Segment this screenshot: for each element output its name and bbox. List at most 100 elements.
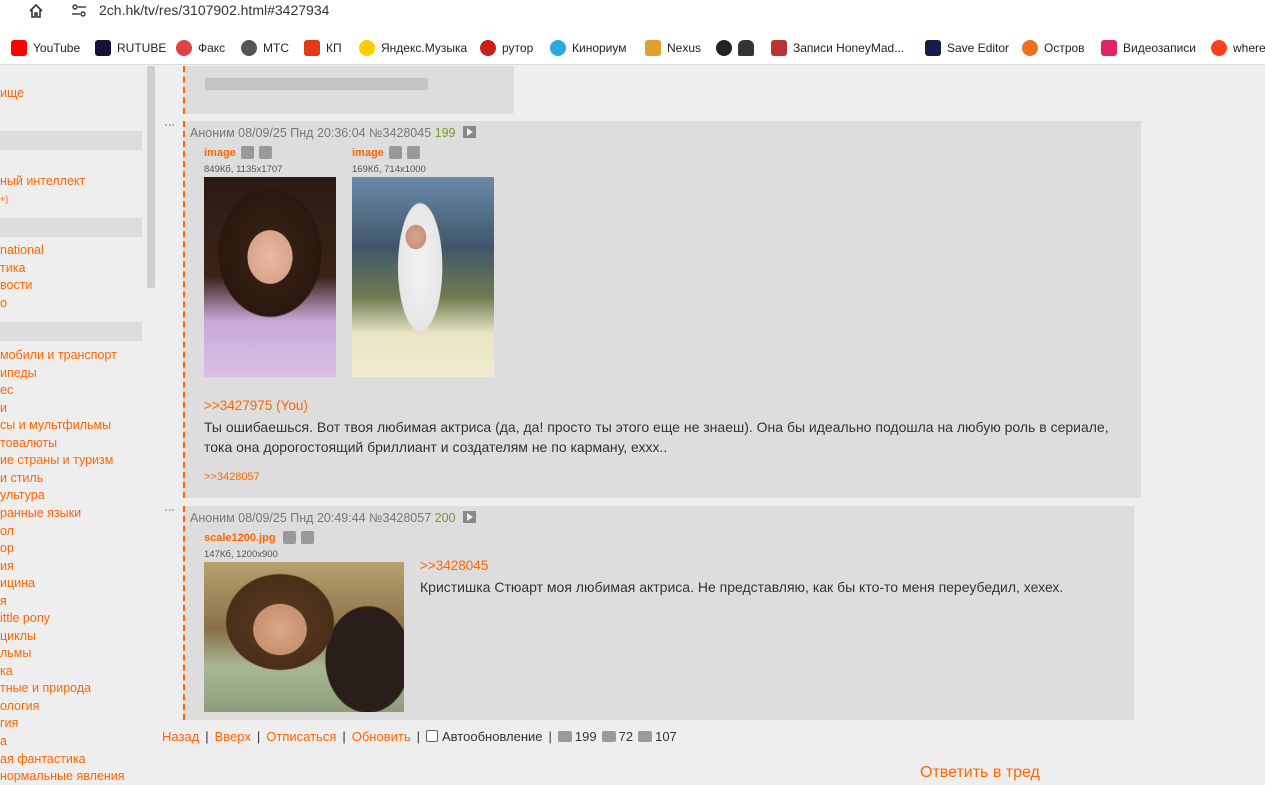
reply-link[interactable]: >>3427975 (You)	[204, 398, 308, 413]
file-name[interactable]: image	[352, 147, 384, 159]
backlink[interactable]: >>3428057	[204, 471, 260, 483]
post-header: Аноним 08/09/25 Пнд 20:36:04 №3428045 19…	[190, 126, 476, 140]
site-settings-icon[interactable]	[70, 3, 88, 19]
image-thumbnail[interactable]	[204, 562, 404, 712]
sidebar-item[interactable]: вости	[0, 278, 32, 292]
search-icon[interactable]	[241, 146, 254, 159]
bookmark-nexus[interactable]: Nexus	[645, 39, 701, 56]
reply-in-thread-link[interactable]: Ответить в тред	[920, 764, 1040, 782]
sidebar-item[interactable]: ицина	[0, 576, 35, 590]
file-name[interactable]: scale1200.jpg	[204, 532, 276, 544]
sidebar-item[interactable]: тные и природа	[0, 681, 91, 695]
sidebar-item[interactable]: нормальные явления	[0, 769, 125, 783]
previous-post-content	[205, 78, 428, 90]
bookmark-fax[interactable]: Факс	[176, 39, 225, 56]
sidebar-item[interactable]: ие страны и туризм	[0, 453, 113, 467]
top-link[interactable]: Вверх	[215, 729, 251, 744]
separator: |	[416, 728, 421, 744]
sidebar-item[interactable]: national	[0, 243, 44, 257]
sidebar-item[interactable]: товалюты	[0, 436, 57, 450]
search-icon[interactable]	[283, 531, 296, 544]
sidebar-item[interactable]: +)	[0, 194, 8, 204]
image-thumbnail[interactable]	[204, 177, 336, 377]
image-thumbnail[interactable]	[352, 177, 494, 377]
sidebar-item[interactable]: гия	[0, 716, 18, 730]
back-link[interactable]: Назад	[162, 729, 199, 744]
sidebar-item[interactable]: льмы	[0, 646, 31, 660]
bookmark-mts[interactable]: МТС	[241, 39, 289, 56]
sidebar-item[interactable]: я	[0, 594, 7, 608]
sidebar-item[interactable]: сы и мультфильмы	[0, 418, 111, 432]
sidebar-item[interactable]: тика	[0, 261, 25, 275]
bookmark-ostrov[interactable]: Остров	[1022, 39, 1085, 56]
file-name[interactable]: image	[204, 147, 236, 159]
play-icon[interactable]	[463, 126, 476, 138]
bookmark-youtube[interactable]: YouTube	[11, 39, 80, 56]
sidebar-item[interactable]: ес	[0, 383, 13, 397]
sidebar-item[interactable]: ая фантастика	[0, 752, 86, 766]
sidebar-item[interactable]: и стиль	[0, 471, 43, 485]
sidebar-item[interactable]: ище	[0, 86, 24, 100]
sidebar-scrollbar[interactable]	[147, 66, 155, 288]
sidebar-item[interactable]: ология	[0, 699, 39, 713]
bookmark-label: Яндекс.Музыка	[381, 40, 468, 55]
bookmark-rutube[interactable]: RUTUBE	[95, 39, 166, 56]
sidebar-item[interactable]: ол	[0, 524, 14, 538]
sidebar-item[interactable]: мобили и транспорт	[0, 348, 117, 362]
unsubscribe-link[interactable]: Отписаться	[266, 729, 336, 744]
sidebar-item[interactable]: а	[0, 734, 7, 748]
bookmark-videos[interactable]: Видеозаписи	[1101, 39, 1196, 56]
sidebar-item[interactable]: ультура	[0, 488, 45, 502]
refresh-link[interactable]: Обновить	[352, 729, 411, 744]
reply-link[interactable]: >>3428045	[420, 558, 488, 573]
bookmark-ghost[interactable]	[738, 39, 754, 56]
post-number[interactable]: №3428057	[369, 511, 431, 525]
sidebar-item[interactable]: ittle pony	[0, 611, 50, 625]
files-count: 72	[618, 728, 634, 744]
download-icon[interactable]	[407, 146, 420, 159]
sidebar-item[interactable]: и	[0, 401, 7, 415]
sidebar-item[interactable]: ный интеллект	[0, 174, 85, 188]
sidebar-section-header[interactable]	[0, 131, 142, 150]
url-text[interactable]: 2ch.hk/tv/res/3107902.html#3427934	[99, 2, 329, 18]
separator: |	[256, 728, 261, 744]
play-icon[interactable]	[463, 511, 476, 523]
sidebar-item[interactable]: циклы	[0, 629, 36, 643]
bookmark-save-editor[interactable]: Save Editor	[925, 39, 1009, 56]
home-icon[interactable]	[27, 2, 45, 20]
autorefresh-checkbox[interactable]	[426, 730, 439, 742]
autorefresh-label: Автообновление	[442, 728, 543, 744]
bookmark-label: Кинориум	[572, 40, 627, 55]
bookmark-kinorium[interactable]: Кинориум	[550, 39, 627, 56]
sidebar-section-header[interactable]	[0, 322, 142, 341]
sidebar-item[interactable]: ор	[0, 541, 14, 555]
download-icon[interactable]	[259, 146, 272, 159]
post-menu-dots-icon[interactable]: ···	[164, 118, 175, 134]
bookmark-honeymad[interactable]: Записи HoneyMad...	[771, 39, 904, 56]
post-index: 200	[434, 511, 456, 525]
download-icon[interactable]	[301, 531, 314, 544]
board-sidebar: ище ный интеллект +) national тика вости…	[0, 66, 150, 785]
bookmarks-bar: YouTube RUTUBE Факс МТС КП Яндекс.Музыка…	[0, 30, 1265, 65]
bookmark-rutor[interactable]: рутор	[480, 39, 533, 56]
sidebar-item[interactable]: о	[0, 296, 7, 310]
sidebar-item[interactable]: ка	[0, 664, 13, 678]
address-bar: 2ch.hk/tv/res/3107902.html#3427934	[0, 0, 1265, 30]
post-3428045: Аноним 08/09/25 Пнд 20:36:04 №3428045 19…	[183, 121, 1141, 498]
bookmark-label: RUTUBE	[117, 40, 167, 55]
post-menu-dots-icon[interactable]: ···	[164, 503, 175, 519]
sidebar-item[interactable]: ия	[0, 559, 14, 573]
sidebar-item[interactable]: ипеды	[0, 366, 37, 380]
post-number[interactable]: №3428045	[369, 126, 431, 140]
post-header: Аноним 08/09/25 Пнд 20:49:44 №3428057 20…	[190, 511, 476, 525]
bookmark-label: Nexus	[667, 40, 702, 55]
bookmark-kp[interactable]: КП	[304, 39, 342, 56]
bookmark-where[interactable]: where	[1211, 39, 1265, 56]
separator: |	[548, 728, 552, 744]
sidebar-item[interactable]: ранные языки	[0, 506, 81, 520]
video-icon	[1101, 39, 1117, 56]
search-icon[interactable]	[389, 146, 402, 159]
bookmark-github[interactable]	[716, 39, 732, 56]
bookmark-yandex-music[interactable]: Яндекс.Музыка	[359, 39, 467, 56]
sidebar-section-header[interactable]	[0, 218, 142, 237]
